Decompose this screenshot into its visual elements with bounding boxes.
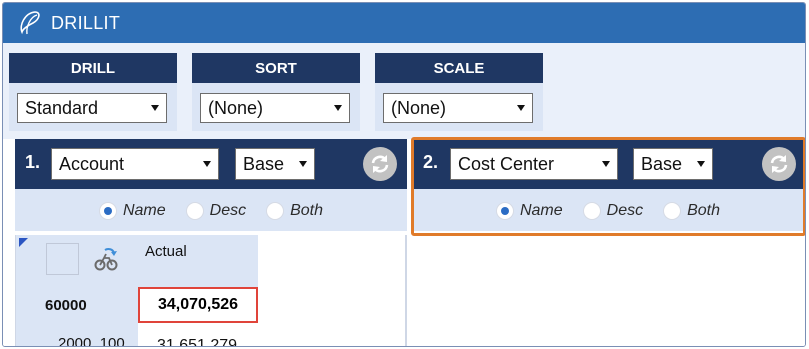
results-grid: Actual 60000 34,070,526 2000_100 31,651,…: [15, 235, 407, 346]
drill-bike-icon[interactable]: [94, 247, 118, 273]
account-dimension-select[interactable]: Account: [51, 148, 219, 180]
select-all-box[interactable]: [46, 243, 79, 275]
value-cell-2[interactable]: 31,651,279: [157, 337, 237, 346]
radio-label: Name: [122, 202, 166, 219]
panel-1-radio-desc[interactable]: Desc: [185, 202, 247, 220]
drillit-logo-icon: [20, 11, 40, 35]
radio-dot: [185, 202, 204, 220]
row-label-1[interactable]: 60000: [45, 297, 87, 314]
chevron-down-icon: [299, 161, 307, 167]
sort-group: SORT (None): [192, 53, 360, 131]
radio-label: Desc: [606, 202, 644, 219]
cost-center-dimension-select[interactable]: Cost Center: [450, 148, 618, 180]
scale-header: SCALE: [375, 53, 543, 83]
panel-2-number: 2.: [423, 152, 439, 172]
drill-group: DRILL Standard: [9, 53, 177, 131]
scale-select-value: (None): [391, 97, 447, 118]
chevron-down-icon: [697, 161, 705, 167]
drill-select[interactable]: Standard: [17, 93, 167, 123]
panel-2-radio-name[interactable]: Name: [495, 202, 563, 220]
drill-body: 1. Account Base Name Desc Both 2. Cost C…: [3, 139, 805, 346]
panel-2-level-select[interactable]: Base: [633, 148, 713, 180]
radio-dot: [266, 202, 285, 220]
panel-1-level-select[interactable]: Base: [235, 148, 315, 180]
radio-dot: [582, 202, 601, 220]
panel-2-radio-desc[interactable]: Desc: [582, 202, 644, 220]
toolbar: DRILL Standard SORT (None) SCALE (None): [3, 43, 805, 139]
panel-1-display-options: Name Desc Both: [15, 197, 407, 225]
chevron-down-icon: [151, 105, 159, 111]
refresh-icon: [371, 155, 389, 173]
radio-label: Name: [519, 202, 563, 219]
sort-select-value: (None): [208, 97, 264, 118]
grid-corner: [16, 235, 138, 287]
scale-group: SCALE (None): [375, 53, 543, 131]
radio-dot: [663, 202, 682, 220]
panel-1-radio-name[interactable]: Name: [98, 202, 166, 220]
corner-marker: [19, 238, 28, 247]
dimension-panel-1: 1. Account Base Name Desc Both: [15, 139, 407, 231]
drillit-window: DRILLIT DRILL Standard SORT (None) SCALE…: [2, 2, 806, 347]
panel-1-radio-both[interactable]: Both: [266, 202, 323, 220]
dimension-panel-2: 2. Cost Center Base Name Desc Both: [413, 139, 803, 231]
radio-dot: [98, 202, 117, 220]
radio-label: Both: [290, 202, 324, 219]
app-title: DRILLIT: [51, 12, 121, 33]
panel-2-bar: 2. Cost Center Base: [413, 139, 803, 189]
drill-select-value: Standard: [25, 97, 99, 118]
panel-1-level-value: Base: [243, 153, 285, 174]
chevron-down-icon: [203, 161, 211, 167]
chevron-down-icon: [517, 105, 525, 111]
title-bar: DRILLIT: [3, 3, 805, 43]
chevron-down-icon: [334, 105, 342, 111]
panel-1-number: 1.: [25, 152, 41, 172]
radio-label: Desc: [209, 202, 247, 219]
panel-1-bar: 1. Account Base: [15, 139, 407, 189]
drill-header: DRILL: [9, 53, 177, 83]
scale-select[interactable]: (None): [383, 93, 533, 123]
radio-label: Both: [687, 202, 721, 219]
panel-2-display-options: Name Desc Both: [413, 197, 803, 225]
chevron-down-icon: [602, 161, 610, 167]
panel-2-radio-both[interactable]: Both: [663, 202, 720, 220]
row-label-2[interactable]: 2000_100: [58, 335, 125, 346]
refresh-icon: [770, 155, 788, 173]
cost-center-dimension-value: Cost Center: [458, 153, 555, 174]
sort-header: SORT: [192, 53, 360, 83]
radio-dot: [495, 202, 514, 220]
column-header-actual[interactable]: Actual: [138, 235, 258, 287]
panel-1-refresh-button[interactable]: [363, 147, 397, 181]
selected-value-cell[interactable]: 34,070,526: [138, 287, 258, 323]
sort-select[interactable]: (None): [200, 93, 350, 123]
panel-2-level-value: Base: [641, 153, 683, 174]
panel-2-refresh-button[interactable]: [762, 147, 796, 181]
account-dimension-value: Account: [59, 153, 125, 174]
